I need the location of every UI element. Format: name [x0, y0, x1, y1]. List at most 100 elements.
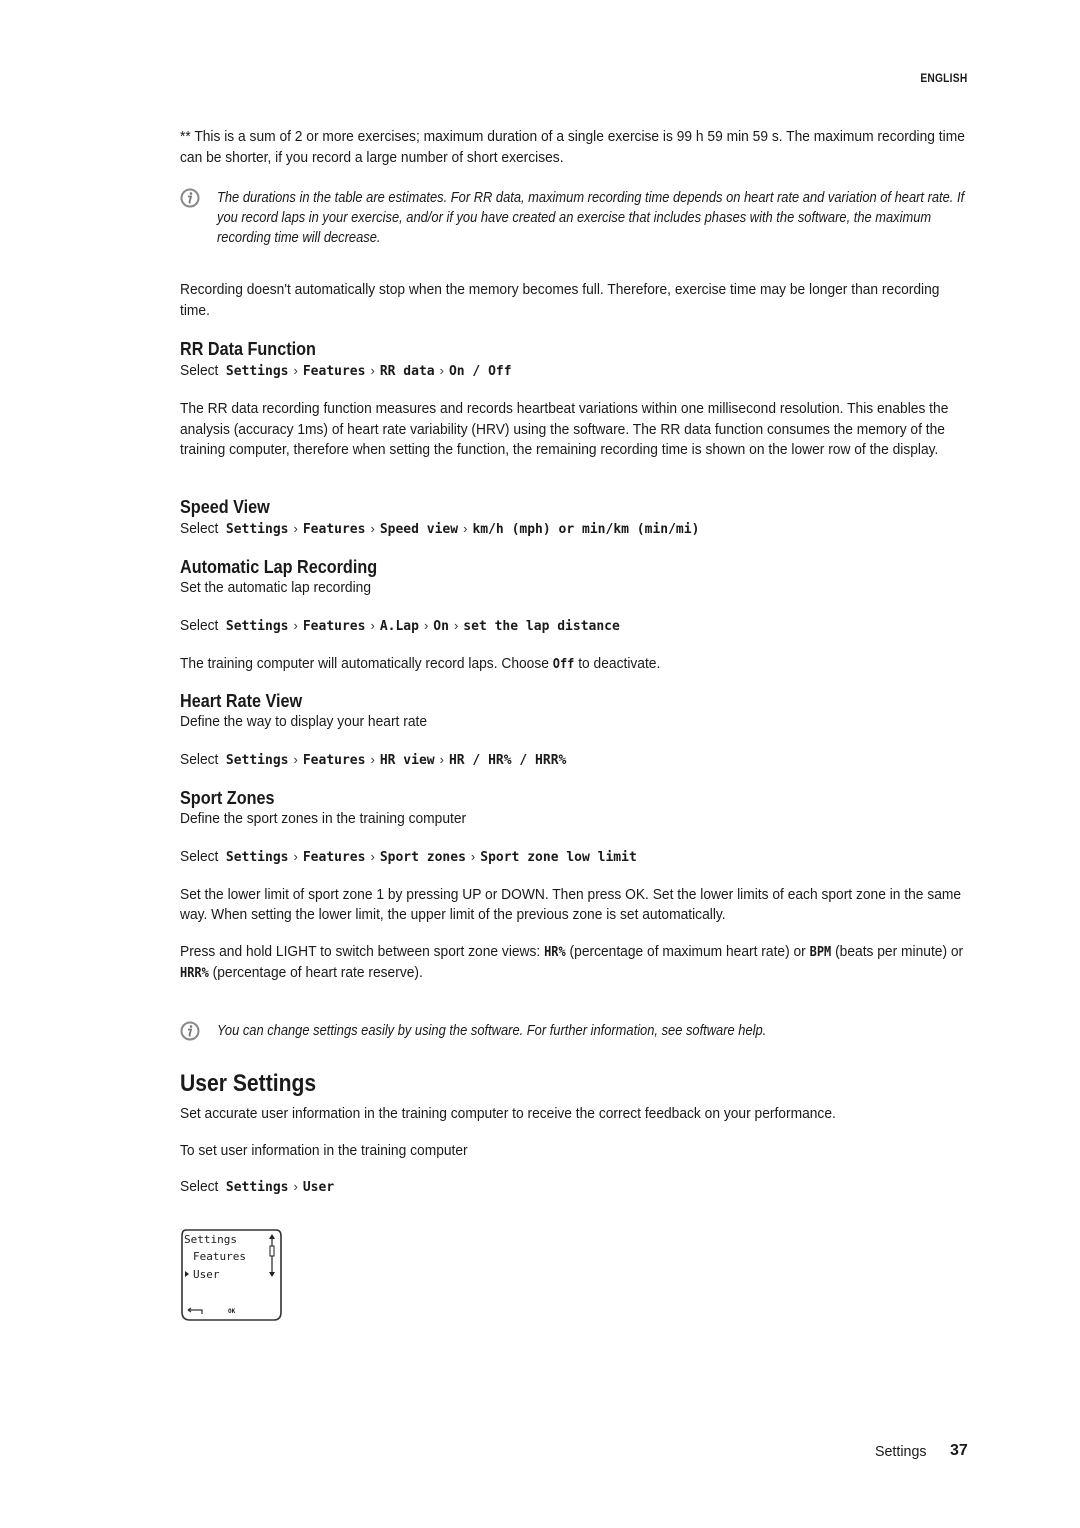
note-text: The durations in the table are estimates… — [217, 189, 965, 246]
language-label: ENGLISH — [919, 71, 967, 85]
select-word: Select — [180, 616, 219, 634]
chevron-right-icon: › — [293, 1179, 298, 1194]
footnote: ** This is a sum of 2 or more exercises;… — [180, 127, 966, 168]
path-step: Sport zones — [379, 849, 466, 865]
path-step: RR data — [379, 364, 435, 379]
keyword: HR% — [544, 944, 566, 960]
path-step: km/h (mph) or min/km (min/mi) — [472, 522, 700, 537]
path-step: Settings — [225, 1180, 289, 1195]
menu-path: Select Settings › Features › Sport zones › Spo… — [180, 847, 966, 868]
chevron-right-icon: › — [439, 751, 444, 767]
device-screen-illustration: Settings Features User OK — [180, 1228, 283, 1322]
path-step: Speed view — [379, 522, 459, 537]
recording-paragraph: Recording doesn't automatically stop whe… — [180, 280, 966, 321]
chevron-right-icon: › — [293, 617, 298, 633]
path-step: Settings — [225, 364, 289, 379]
instruction-text: To set user information in the training … — [180, 1141, 468, 1159]
chevron-right-icon: › — [370, 363, 375, 378]
path-step: Settings — [225, 752, 289, 768]
path-step: Settings — [225, 849, 289, 865]
section-body: Set accurate user information in the tra… — [180, 1105, 836, 1122]
chevron-right-icon: › — [370, 617, 375, 633]
chevron-right-icon: › — [293, 751, 298, 767]
chevron-right-icon: › — [370, 521, 375, 536]
path-step: Features — [302, 618, 366, 634]
path-step: set the lap distance — [463, 618, 620, 634]
footnote-text: ** This is a sum of 2 or more exercises;… — [180, 128, 965, 166]
menu-path: Select Settings › User — [180, 1177, 966, 1198]
path-step: Sport zone low limit — [480, 849, 637, 865]
chevron-right-icon: › — [463, 521, 468, 536]
body-text: (beats per minute) or — [835, 942, 964, 960]
body-text: (percentage of heart rate reserve). — [212, 964, 423, 981]
note-text: You can change settings easily by using … — [217, 1022, 767, 1039]
select-word: Select — [180, 1178, 219, 1195]
chevron-right-icon: › — [370, 848, 375, 864]
chevron-right-icon: › — [293, 521, 298, 536]
select-word: Select — [180, 750, 219, 768]
section-subtitle: Set the automatic lap recording — [180, 579, 372, 596]
section-subtitle: Define the way to display your heart rat… — [180, 713, 428, 730]
body-text: (percentage of maximum heart rate) or — [569, 942, 806, 960]
select-word: Select — [180, 520, 219, 537]
path-step: Features — [302, 849, 366, 865]
select-word: Select — [180, 847, 219, 865]
page-number: 37 — [950, 1442, 968, 1459]
section-title: RR Data Function — [180, 339, 316, 359]
section-body: Set the lower limit of sport zone 1 by p… — [180, 885, 962, 924]
body-text: Press and hold LIGHT to switch between s… — [180, 942, 541, 960]
path-step: Features — [302, 364, 366, 379]
section-heading: User Settings — [180, 1070, 317, 1097]
menu-path: Select Settings › Features › Speed view › km/h… — [180, 519, 966, 540]
path-step: Features — [302, 752, 366, 768]
path-step: Settings — [225, 618, 289, 634]
keyword: HRR% — [180, 966, 209, 981]
section-subtitle: Define the sport zones in the training c… — [180, 810, 467, 827]
section-heart-rate-view: Heart Rate View Define the way to displa… — [180, 690, 966, 771]
path-step: A.Lap — [379, 618, 419, 634]
chevron-right-icon: › — [293, 848, 298, 864]
recording-text: Recording doesn't automatically stop whe… — [180, 281, 940, 319]
info-icon — [180, 1021, 200, 1041]
section-auto-lap: Automatic Lap Recording Set the automati… — [180, 556, 966, 675]
device-line-features: Features — [193, 1250, 246, 1263]
path-step: Settings — [225, 522, 289, 537]
keyword: BPM — [809, 944, 832, 960]
chevron-right-icon: › — [423, 617, 429, 633]
section-body-views: Press and hold LIGHT to switch between s… — [180, 942, 967, 985]
select-word: Select — [180, 362, 219, 379]
path-step: HR / HR% / HRR% — [448, 752, 567, 768]
device-ok-label: OK — [228, 1308, 236, 1315]
info-icon — [180, 188, 200, 208]
path-step: User — [302, 1180, 335, 1195]
section-body: The RR data recording function measures … — [180, 400, 949, 458]
section-body: The training computer will automatically… — [180, 654, 967, 676]
chevron-right-icon: › — [439, 363, 444, 378]
section-sport-zones: Sport Zones Define the sport zones in th… — [180, 787, 966, 985]
path-step: On / Off — [448, 364, 512, 379]
chevron-right-icon: › — [293, 363, 298, 378]
keyword: Off — [552, 656, 575, 672]
chevron-right-icon: › — [453, 617, 459, 633]
footer-section-name: Settings — [875, 1443, 927, 1460]
body-text: to deactivate. — [578, 654, 661, 672]
chevron-right-icon: › — [470, 848, 476, 864]
info-note: The durations in the table are estimates… — [180, 188, 966, 248]
device-line-settings: Settings — [184, 1233, 237, 1246]
menu-path: Select Settings › Features › HR view › HR / HR… — [180, 750, 966, 771]
device-line-user: User — [193, 1268, 220, 1281]
section-speed-view: Speed View Select Settings › Features › Spee… — [180, 496, 966, 540]
path-step: HR view — [379, 752, 435, 768]
path-step: On — [433, 618, 449, 634]
path-step: Features — [302, 522, 366, 537]
body-text: The training computer will automatically… — [180, 654, 549, 672]
section-title: Automatic Lap Recording — [180, 557, 378, 577]
chevron-right-icon: › — [370, 751, 375, 767]
section-rr-data: RR Data Function Select Settings › Feature… — [180, 338, 966, 461]
section-title: Sport Zones — [180, 788, 275, 808]
menu-path: Select Settings › Features › RR data › On / Of… — [180, 361, 966, 382]
section-title: Speed View — [180, 497, 270, 517]
section-title: Heart Rate View — [180, 691, 303, 711]
section-user-settings: User Settings Set accurate user informat… — [180, 1070, 966, 1198]
info-note-software: You can change settings easily by using … — [180, 1021, 966, 1041]
